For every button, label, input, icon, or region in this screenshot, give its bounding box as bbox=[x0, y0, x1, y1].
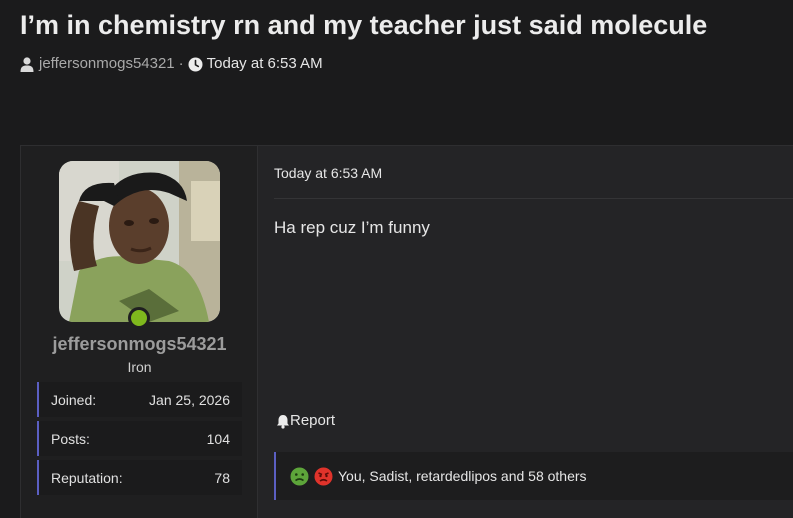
stat-joined: Joined: Jan 25, 2026 bbox=[37, 382, 242, 417]
clock-icon bbox=[188, 55, 203, 72]
thread-title: I’m in chemistry rn and my teacher just … bbox=[20, 10, 708, 40]
report-label: Report bbox=[290, 412, 336, 429]
stat-label: Reputation: bbox=[51, 469, 123, 486]
post: jeffersonmogs54321 Iron Joined: Jan 25, … bbox=[20, 145, 793, 518]
avatar[interactable] bbox=[59, 161, 220, 322]
online-status-indicator bbox=[128, 307, 150, 329]
post-main: Today at 6:53 AM Ha rep cuz I’m funny Re… bbox=[259, 146, 793, 518]
stat-label: Joined: bbox=[51, 391, 97, 408]
stat-value: Jan 25, 2026 bbox=[149, 391, 230, 408]
thread-meta: jeffersonmogs54321 · Today at 6:53 AM bbox=[20, 55, 323, 72]
post-header-divider bbox=[274, 198, 793, 199]
report-button[interactable]: Report bbox=[276, 412, 335, 429]
post-username-link[interactable]: jeffersonmogs54321 bbox=[21, 334, 258, 355]
reactions-bar[interactable]: You, Sadist, retardedlipos and 58 others bbox=[274, 452, 793, 500]
thread-time-link[interactable]: Today at 6:53 AM bbox=[207, 55, 323, 72]
post-date-link[interactable]: Today at 6:53 AM bbox=[274, 165, 382, 181]
user-rank: Iron bbox=[127, 359, 152, 375]
user-icon bbox=[20, 55, 34, 72]
stat-posts: Posts: 104 bbox=[37, 421, 242, 456]
thread-author-link[interactable]: jeffersonmogs54321 bbox=[39, 55, 175, 72]
stat-reputation: Reputation: 78 bbox=[37, 460, 242, 495]
stat-value: 104 bbox=[206, 430, 230, 447]
reactions-text: You, Sadist, retardedlipos and 58 others bbox=[338, 468, 587, 484]
stat-value: 78 bbox=[214, 469, 230, 486]
meta-separator: · bbox=[178, 55, 184, 72]
stat-label: Posts: bbox=[51, 430, 90, 447]
thread-page: I’m in chemistry rn and my teacher just … bbox=[0, 0, 793, 518]
angry-face-icon bbox=[314, 467, 333, 486]
bell-icon bbox=[276, 412, 290, 429]
nauseated-face-icon bbox=[290, 467, 309, 486]
post-body: Ha rep cuz I’m funny bbox=[274, 218, 430, 237]
user-cell: jeffersonmogs54321 Iron Joined: Jan 25, … bbox=[21, 146, 258, 518]
